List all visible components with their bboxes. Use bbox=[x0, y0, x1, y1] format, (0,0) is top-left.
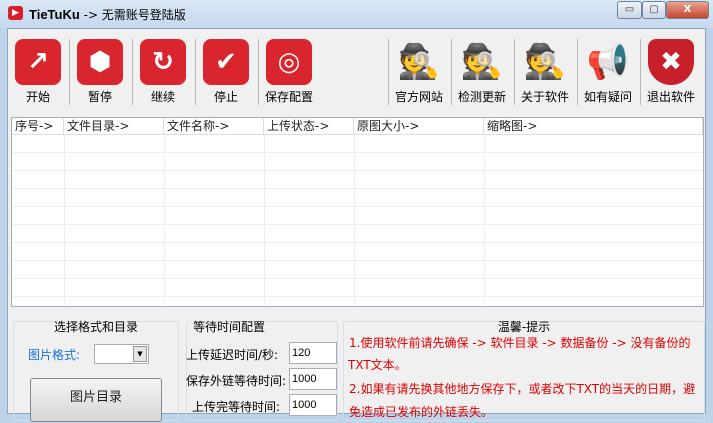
save-wait-label: 保存外链等待时间: bbox=[186, 374, 287, 388]
upload-done-input[interactable] bbox=[289, 394, 337, 416]
window-title: TieTuKu -> 无需账号登陆版 bbox=[29, 6, 186, 23]
tip-line: 1.使用软件前请先确保 -> 软件目录 -> 数据备份 -> 没有备份的 bbox=[349, 336, 691, 350]
spy-megaphone-icon: 📢 bbox=[586, 42, 630, 82]
tip-line: 2.如果有请先换其他地方保存下，或者改下TXT的当天的日期，避 bbox=[349, 382, 696, 396]
tip-line: TXT文本。 bbox=[348, 358, 407, 372]
check-update-button[interactable]: 🕵 检测更新 bbox=[452, 39, 512, 105]
help-button[interactable]: 📢 如有疑问 bbox=[578, 39, 638, 105]
column-header-size[interactable]: 原图大小-> bbox=[354, 118, 484, 135]
column-header-index[interactable]: 序号-> bbox=[12, 118, 64, 135]
stop-button[interactable]: ✔ 停止 bbox=[196, 39, 256, 105]
format-group: 选择格式和目录 图片格式: ▼ 图片目录 bbox=[13, 320, 179, 422]
save-wait-input[interactable] bbox=[289, 368, 337, 390]
resume-label: 继续 bbox=[150, 90, 175, 104]
format-select[interactable]: ▼ bbox=[94, 344, 149, 364]
shield-exit-icon: ✖ bbox=[648, 39, 694, 85]
column-header-filename[interactable]: 文件名称-> bbox=[164, 118, 264, 135]
main-window: ↗ 开始 ⬢ 暂停 ↻ 继续 ✔ 停止 ◎ 保存配置 🕵 官方网站 🕵 检测更新 🕵 关于软件 … bbox=[7, 28, 706, 422]
check-icon: ✔ bbox=[203, 39, 249, 85]
upload-delay-input[interactable] bbox=[289, 342, 337, 364]
close-button[interactable]: X bbox=[666, 1, 709, 19]
resume-button[interactable]: ↻ 继续 bbox=[133, 39, 193, 105]
check-update-label: 检测更新 bbox=[457, 90, 506, 104]
resume-icon: ↻ bbox=[140, 39, 186, 85]
official-site-button[interactable]: 🕵 官方网站 bbox=[389, 39, 449, 105]
toolbar: ↗ 开始 ⬢ 暂停 ↻ 继续 ✔ 停止 ◎ 保存配置 🕵 官方网站 🕵 检测更新 🕵 关于软件 … bbox=[8, 29, 705, 111]
chevron-down-icon[interactable]: ▼ bbox=[133, 346, 147, 362]
exit-label: 退出软件 bbox=[646, 90, 695, 104]
official-site-label: 官方网站 bbox=[394, 90, 443, 104]
chrome-icon: ◎ bbox=[266, 39, 312, 85]
app-icon: ▶ bbox=[8, 6, 23, 20]
pause-button[interactable]: ⬢ 暂停 bbox=[70, 39, 130, 105]
wait-group-title: 等待时间配置 bbox=[193, 320, 266, 334]
start-label: 开始 bbox=[25, 90, 50, 104]
exit-button[interactable]: ✖ 退出软件 bbox=[641, 39, 701, 105]
app-name: TieTuKu bbox=[29, 7, 80, 22]
grid-line bbox=[354, 135, 355, 306]
save-config-label: 保存配置 bbox=[264, 90, 313, 104]
help-label: 如有疑问 bbox=[583, 90, 632, 104]
chart-up-icon: ↗ bbox=[15, 39, 61, 85]
wait-config-group: 等待时间配置 上传延迟时间/秒: 保存外链等待时间: 上传完等待时间: bbox=[186, 320, 338, 421]
grid-line bbox=[64, 135, 65, 306]
stop-label: 停止 bbox=[213, 90, 238, 104]
format-label: 图片格式: bbox=[28, 348, 81, 362]
column-header-directory[interactable]: 文件目录-> bbox=[64, 118, 164, 135]
list-rows bbox=[12, 135, 703, 306]
upload-done-label: 上传完等待时间: bbox=[192, 400, 281, 414]
about-label: 关于软件 bbox=[520, 90, 569, 104]
title-suffix: -> 无需账号登陆版 bbox=[79, 8, 186, 22]
column-header-thumbnail[interactable]: 缩略图-> bbox=[484, 118, 703, 135]
title-bar: ▶ TieTuKu -> 无需账号登陆版 ▭ ▢ X bbox=[0, 0, 713, 28]
image-directory-button[interactable]: 图片目录 bbox=[30, 378, 162, 422]
pause-icon: ⬢ bbox=[77, 39, 123, 85]
maximize-button[interactable]: ▢ bbox=[642, 1, 666, 19]
about-button[interactable]: 🕵 关于软件 bbox=[515, 39, 575, 105]
file-list[interactable]: 序号-> 文件目录-> 文件名称-> 上传状态-> 原图大小-> 缩略图-> bbox=[11, 117, 704, 307]
upload-delay-label: 上传延迟时间/秒: bbox=[186, 348, 279, 362]
tips-group: 温馨-提示 1.使用软件前请先确保 -> 软件目录 -> 数据备份 -> 没有备… bbox=[343, 320, 705, 421]
spy-icon: 🕵 bbox=[397, 42, 441, 82]
grid-line bbox=[264, 135, 265, 306]
pause-label: 暂停 bbox=[87, 90, 112, 104]
spy-update-icon: 🕵 bbox=[460, 42, 504, 82]
grid-line bbox=[164, 135, 165, 306]
start-button[interactable]: ↗ 开始 bbox=[8, 39, 68, 105]
save-config-button[interactable]: ◎ 保存配置 bbox=[259, 39, 319, 105]
format-group-title: 选择格式和目录 bbox=[53, 320, 138, 334]
spy-info-icon: 🕵 bbox=[523, 42, 567, 82]
tip-line: 免造成已发布的外链丢失。 bbox=[349, 405, 494, 419]
grid-line bbox=[484, 135, 485, 306]
column-header-status[interactable]: 上传状态-> bbox=[264, 118, 354, 135]
minimize-button[interactable]: ▭ bbox=[617, 1, 642, 19]
